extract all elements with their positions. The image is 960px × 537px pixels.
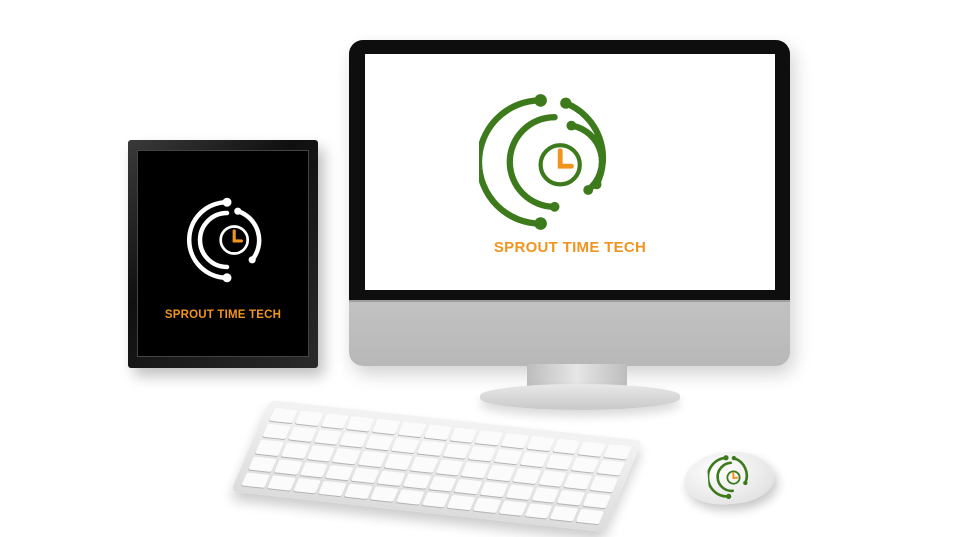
keyboard-key [467, 446, 497, 462]
mouse [682, 448, 776, 508]
keyboard-key [498, 500, 528, 516]
keyboard-key [519, 451, 548, 468]
keyboard-key [557, 489, 586, 506]
keyboard-key [369, 486, 399, 502]
keyboard-key [376, 470, 406, 486]
keyboard-key [545, 454, 574, 471]
keyboard-key [416, 440, 445, 457]
keyboard-key [294, 410, 324, 427]
keyboard-key [575, 508, 605, 525]
keyboard-key [273, 458, 303, 475]
keyboard-key [421, 491, 450, 508]
frame-brand-name: SPROUT TIME TECH [164, 309, 282, 321]
monitor-chin-edge [349, 300, 790, 302]
keyboard-key [603, 444, 633, 460]
keyboard-key [346, 416, 375, 432]
keyboard-key [292, 477, 322, 494]
keyboard-key [313, 429, 343, 446]
keyboard-key [538, 470, 567, 487]
keyboard-key [248, 456, 277, 472]
keyboard-key [383, 454, 413, 470]
keyboard-key [512, 468, 541, 484]
keyboard-key [365, 435, 394, 451]
keyboard-key [397, 421, 427, 438]
monitor-stand-neck [527, 364, 627, 386]
keyboard-key [320, 413, 349, 429]
keyboard-key [472, 497, 502, 514]
keyboard-key [262, 423, 291, 440]
keyboard-key [339, 432, 368, 448]
keyboard-key [395, 489, 425, 505]
keyboard-key [267, 475, 296, 491]
sprout-clock-logo-mouse-icon [706, 455, 749, 500]
keyboard-key [390, 437, 420, 454]
keyboard-key [563, 473, 593, 490]
keyboard-key [486, 465, 516, 481]
sprout-clock-logo-white-icon [186, 197, 262, 283]
keyboard-key [589, 476, 619, 493]
keyboard-key [344, 483, 373, 500]
keyboard-key [442, 443, 471, 460]
keyboard-key [241, 472, 270, 488]
keyboard-key [524, 503, 553, 519]
keyboard-key [371, 418, 401, 435]
keyboard-key [526, 435, 555, 452]
keyboard-key [299, 461, 329, 478]
monitor-stand-base [480, 384, 680, 410]
keyboard-key [351, 467, 380, 483]
monitor-screen: SPROUT TIME TECH [365, 54, 775, 290]
keyboard-key [500, 432, 530, 449]
frame-artwork: SPROUT TIME TECH [137, 150, 309, 357]
keyboard-key [596, 460, 626, 476]
keyboard-key [454, 478, 483, 495]
keyboard-key [435, 459, 464, 476]
keyboard-key [402, 472, 432, 489]
picture-frame: SPROUT TIME TECH [128, 140, 318, 368]
keyboard-key [287, 426, 317, 443]
keyboard-key [423, 424, 452, 441]
product-mockup-scene: SPROUT TIME TECH SPROUT TIME TECH [0, 0, 960, 537]
keyboard-key [358, 451, 387, 467]
keyboard [230, 400, 643, 533]
keyboard-key [552, 438, 581, 455]
keyboard-key [550, 505, 579, 522]
keyboard-key [570, 457, 600, 474]
keyboard-key [332, 448, 361, 465]
keyboard-key [493, 449, 523, 465]
keyboard-key [582, 492, 612, 509]
monitor-bezel: SPROUT TIME TECH [349, 40, 790, 300]
keyboard-key [325, 464, 354, 481]
keyboard-key [306, 445, 336, 462]
keyboard-key [428, 475, 457, 492]
screen-brand-name: SPROUT TIME TECH [493, 239, 647, 256]
desktop-monitor: SPROUT TIME TECH [349, 40, 790, 366]
keyboard-key [447, 494, 476, 511]
keyboard-key [409, 456, 439, 473]
sprout-clock-logo-green-icon [479, 94, 607, 230]
keyboard-key [531, 486, 560, 503]
keyboard-key [461, 462, 490, 479]
keyboard-key [280, 442, 310, 459]
keyboard-key [479, 481, 509, 497]
keyboard-key [449, 427, 478, 443]
keyboard-key [269, 407, 298, 424]
keyboard-key [474, 430, 504, 446]
keyboard-key [505, 484, 535, 500]
keyboard-key [577, 441, 607, 457]
keyboard-key [255, 440, 284, 456]
keyboard-key [318, 480, 348, 497]
keyboard-keys [241, 407, 633, 525]
